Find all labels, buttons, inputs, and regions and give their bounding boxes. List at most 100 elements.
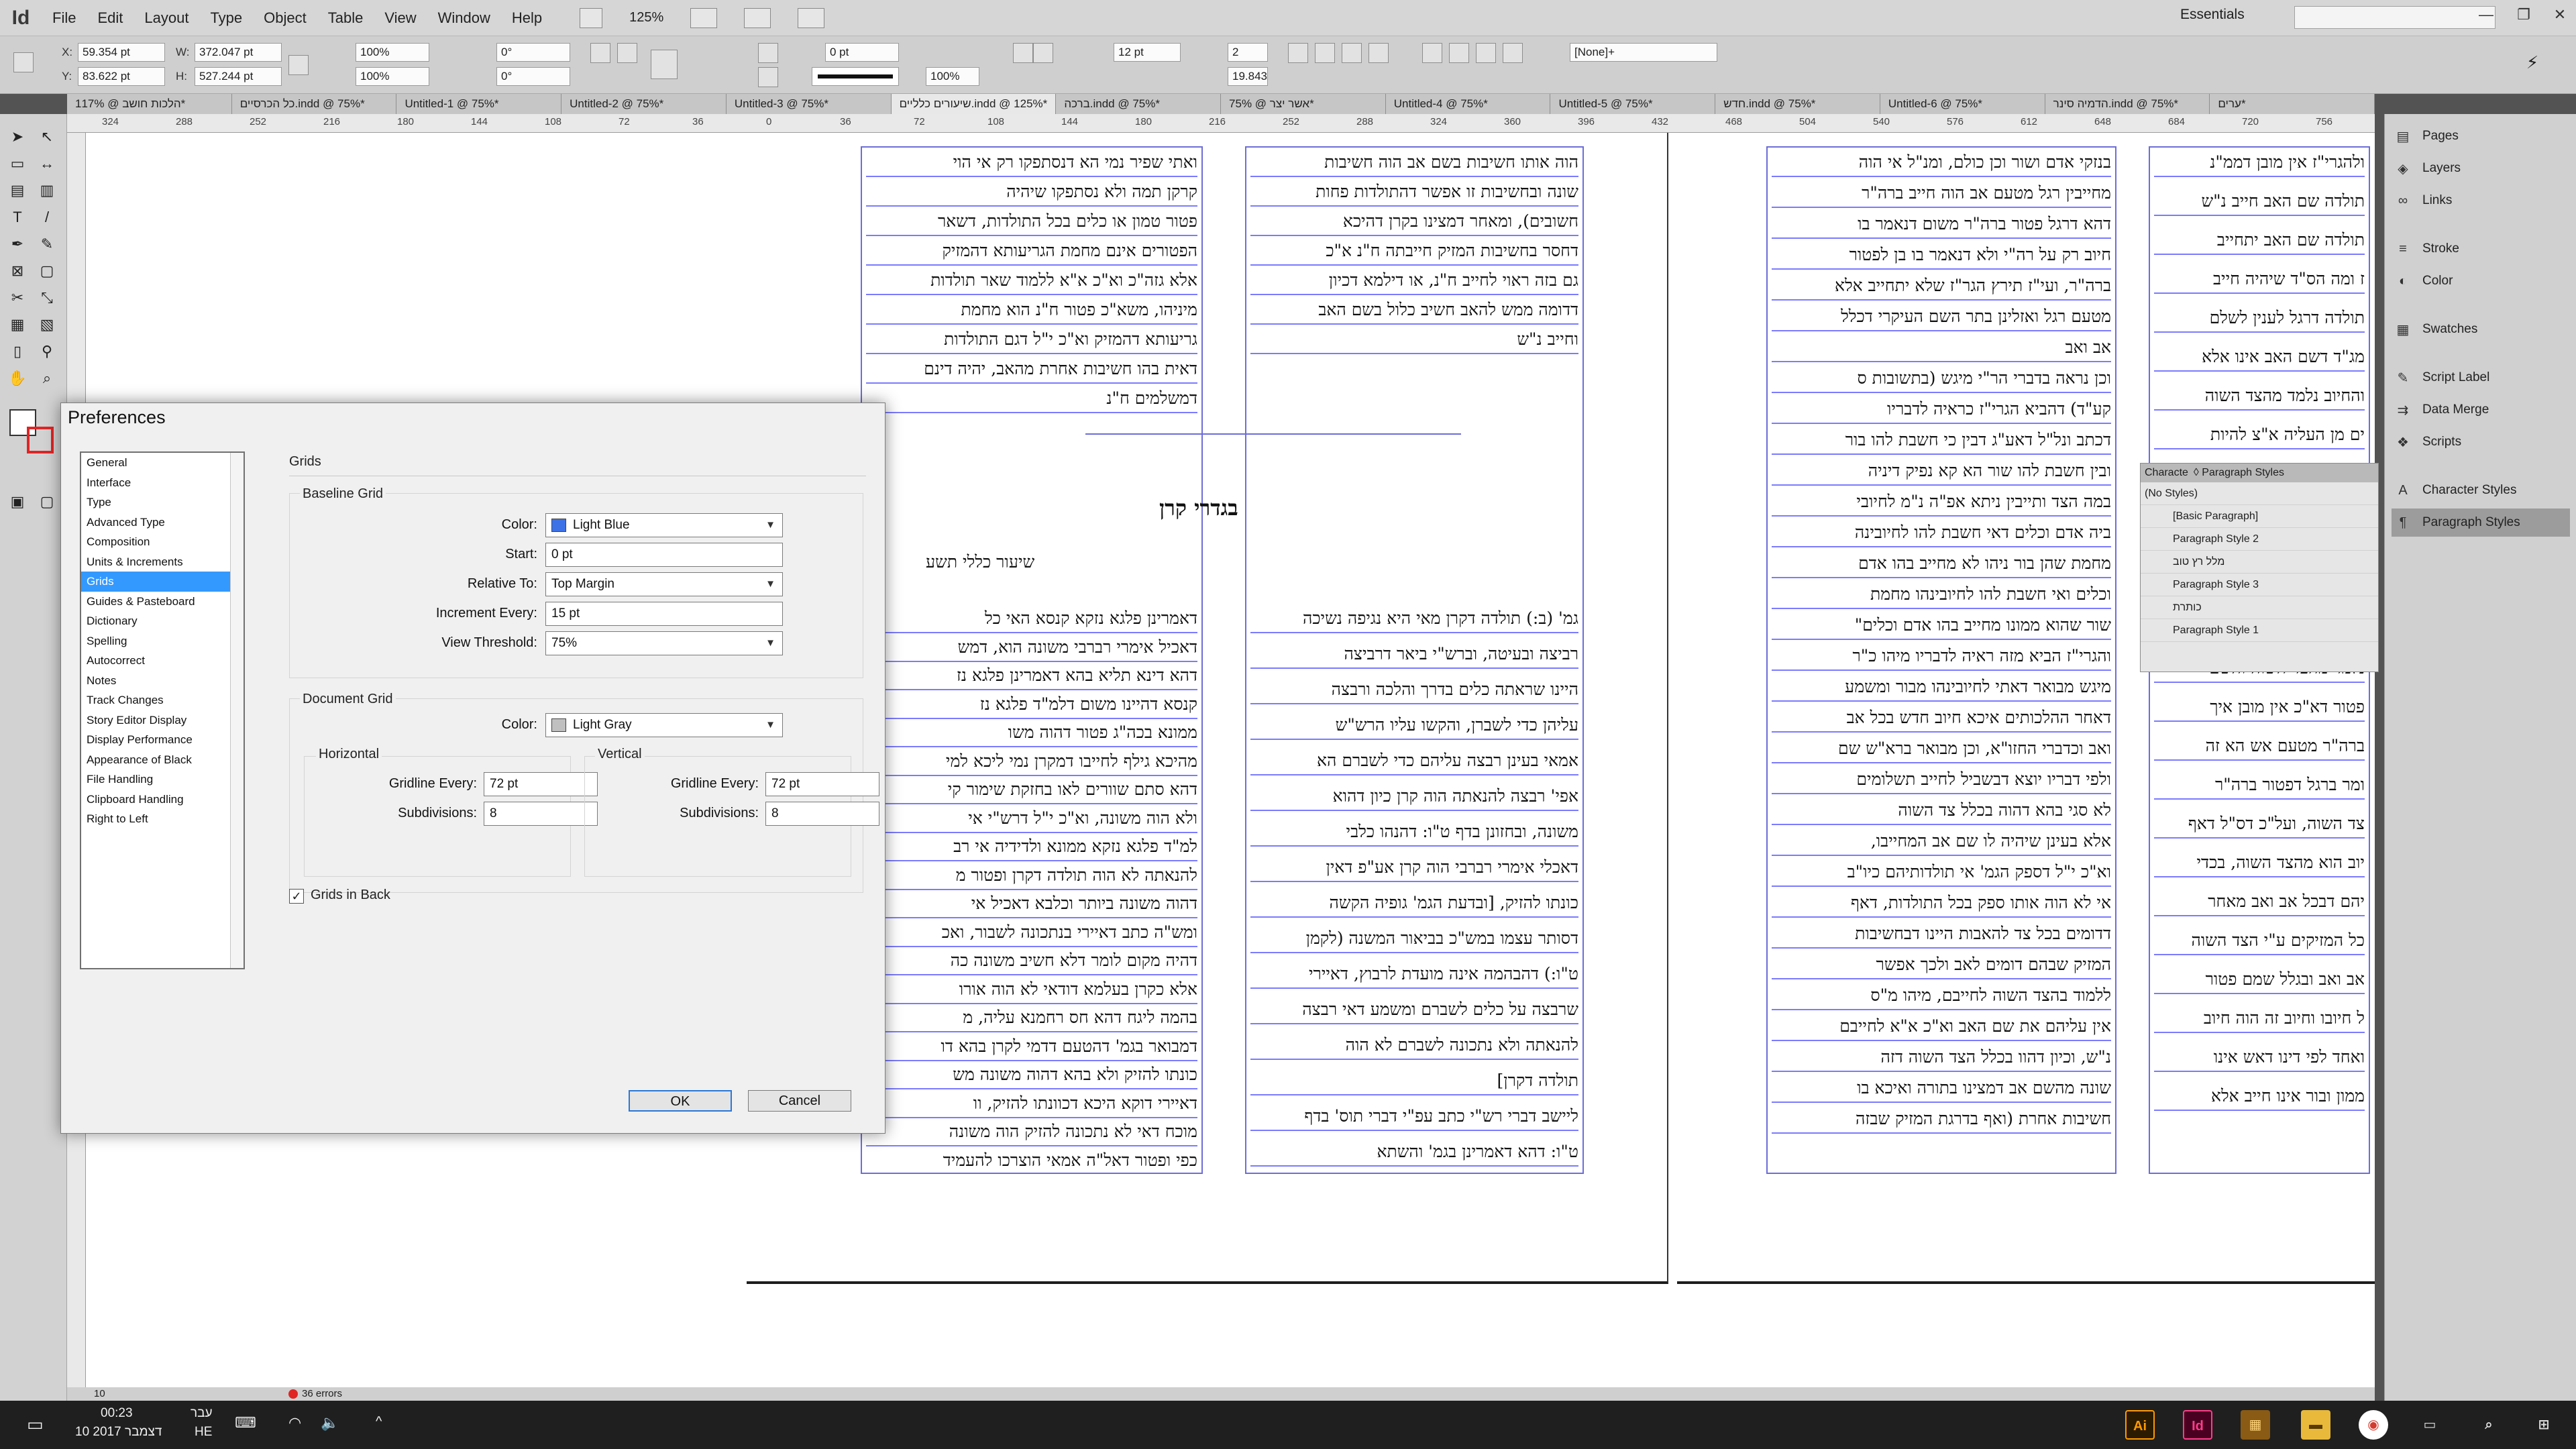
scissors-tool-icon[interactable]: ✂ <box>5 286 30 310</box>
file-explorer-app-icon[interactable]: ▦ <box>2241 1410 2270 1440</box>
tab-document[interactable]: Untitled-5 @ 75%* <box>1550 94 1716 114</box>
line-tool-icon[interactable]: / <box>35 205 59 229</box>
type-tool-icon[interactable]: T <box>5 205 30 229</box>
distribute-center-icon[interactable] <box>1449 43 1469 63</box>
tab-document[interactable]: Untitled-4 @ 75%* <box>1385 94 1551 114</box>
start-icon[interactable]: ⊞ <box>2529 1410 2559 1440</box>
text-frame-column-1[interactable]: ואתי שפיר נמי הא דנסתפקו רק אי הוי קרקן ת… <box>861 146 1203 1174</box>
page-tool-icon[interactable]: ▭ <box>5 152 30 176</box>
normal-view-icon[interactable]: ▣ <box>5 490 30 514</box>
grids-in-back-checkbox[interactable]: ✓ <box>289 889 304 904</box>
stroke-type-dropdown[interactable] <box>812 67 899 86</box>
paragraph-style-item[interactable]: Paragraph Style 1 <box>2141 619 2378 642</box>
category-item[interactable]: Type <box>81 492 244 513</box>
align-bottom-icon[interactable] <box>1342 43 1362 63</box>
menu-view[interactable]: View <box>374 9 427 27</box>
start-field[interactable]: 0 pt <box>545 543 783 567</box>
arrange-documents-icon[interactable] <box>798 7 825 28</box>
rotate-field[interactable]: 0° <box>496 43 570 62</box>
tab-document[interactable]: Untitled-6 @ 75%* <box>1880 94 2045 114</box>
preview-mode-icon[interactable]: ▢ <box>35 490 59 514</box>
paragraph-style-item[interactable]: [Basic Paragraph] <box>2141 505 2378 528</box>
tab-document[interactable]: Untitled-1 @ 75%* <box>396 94 562 114</box>
data-merge-panel-button[interactable]: ⇉ Data Merge <box>2392 396 2570 424</box>
stroke-swatch-icon[interactable] <box>758 67 778 87</box>
pen-tool-icon[interactable]: ✒ <box>5 232 30 256</box>
tab-document[interactable]: כל הכרסיים.indd @ 75%* <box>231 94 397 114</box>
increment-field[interactable]: 15 pt <box>545 602 783 626</box>
menu-table[interactable]: Table <box>317 9 374 27</box>
color-panel-button[interactable]: ◐ Color <box>2392 267 2570 295</box>
bridge-icon[interactable] <box>580 7 603 28</box>
character-styles-panel-button[interactable]: A Character Styles <box>2392 476 2570 504</box>
zoom-level-dropdown[interactable]: 125% <box>629 10 663 25</box>
menu-layout[interactable]: Layout <box>133 9 199 27</box>
category-item[interactable]: Grids <box>81 572 244 592</box>
keyboard-icon[interactable]: ⌨ <box>235 1414 256 1432</box>
eyedropper-tool-icon[interactable]: ⚲ <box>35 339 59 364</box>
h-gridline-field[interactable]: 72 pt <box>484 772 598 796</box>
fit-content-icon[interactable] <box>1033 43 1053 63</box>
tab-paragraph-styles[interactable]: ◊ Paragraph Styles <box>2194 464 2284 482</box>
menu-help[interactable]: Help <box>501 9 553 27</box>
quick-apply-icon[interactable]: ⚡ <box>2522 52 2542 72</box>
pencil-tool-icon[interactable]: ✎ <box>35 232 59 256</box>
text-frame-column-2[interactable]: הוה אותו חשיבות בשם אב הוה חשיבות שונה וב… <box>1245 146 1584 1174</box>
search-icon[interactable]: ⌕ <box>2474 1410 2504 1440</box>
scale-y-field[interactable]: 100% <box>356 67 429 86</box>
indesign-icon[interactable]: Id <box>2183 1410 2212 1440</box>
distribute-left-icon[interactable] <box>1422 43 1442 63</box>
note-tool-icon[interactable]: ▯ <box>5 339 30 364</box>
gap-tool-icon[interactable]: ↔ <box>35 152 59 176</box>
distribute-horizontal-icon[interactable] <box>1503 43 1523 63</box>
stroke-panel-button[interactable]: ≡ Stroke <box>2392 235 2570 263</box>
category-list[interactable]: General Interface Type Advanced Type Composi… <box>80 451 245 969</box>
zoom-tool-icon[interactable]: ⌕ <box>35 366 59 390</box>
search-input[interactable] <box>2294 6 2496 29</box>
rectangle-tool-icon[interactable]: ▢ <box>35 259 59 283</box>
reference-point-icon[interactable] <box>13 52 34 72</box>
stroke-color-icon[interactable] <box>27 427 54 453</box>
wifi-icon[interactable]: ◠ <box>288 1414 301 1432</box>
constrain-proportions-icon[interactable] <box>288 55 309 75</box>
pages-panel-button[interactable]: ▤ Pages <box>2392 122 2570 150</box>
direct-selection-tool-icon[interactable]: ↖ <box>35 125 59 149</box>
h-subdivisions-field[interactable]: 8 <box>484 802 598 826</box>
task-view-icon[interactable]: ▭ <box>2415 1410 2445 1440</box>
category-item[interactable]: Interface <box>81 473 244 493</box>
minimize-icon[interactable]: — <box>2469 3 2504 27</box>
tab-document[interactable]: Untitled-2 @ 75%* <box>561 94 727 114</box>
w-field[interactable]: 372.047 pt <box>195 43 282 62</box>
tab-document[interactable]: ערים* <box>2210 94 2375 114</box>
rotate-90-ccw-icon[interactable] <box>617 43 637 63</box>
gutter-field[interactable]: 19.843 t <box>1228 67 1268 86</box>
category-item[interactable]: Autocorrect <box>81 651 244 671</box>
columns-field[interactable]: 2 <box>1228 43 1268 62</box>
chevron-up-icon[interactable]: ^ <box>376 1414 382 1430</box>
relative-to-dropdown[interactable]: Top Margin ▼ <box>545 572 783 596</box>
baseline-color-dropdown[interactable]: Light Blue ▼ <box>545 513 783 537</box>
language-code[interactable]: HE <box>195 1425 212 1440</box>
paragraph-styles-panel-button[interactable]: ¶ Paragraph Styles <box>2392 508 2570 537</box>
category-item[interactable]: General <box>81 453 244 473</box>
category-item[interactable]: Right to Left <box>81 809 244 829</box>
view-options-icon[interactable] <box>690 7 718 28</box>
view-threshold-dropdown[interactable]: 75% ▼ <box>545 631 783 655</box>
paragraph-style-item[interactable]: כותרת <box>2141 596 2378 619</box>
leading-field[interactable]: 12 pt <box>1114 43 1181 62</box>
category-item[interactable]: Spelling <box>81 631 244 651</box>
free-transform-tool-icon[interactable]: ⤡ <box>35 286 59 310</box>
object-style-dropdown[interactable]: [None]+ <box>1570 43 1717 62</box>
category-item[interactable]: File Handling <box>81 769 244 790</box>
h-field[interactable]: 527.244 pt <box>195 67 282 86</box>
notifications-icon[interactable]: ▭ <box>27 1414 44 1435</box>
v-gridline-field[interactable]: 72 pt <box>765 772 879 796</box>
language-indicator[interactable]: עבר <box>191 1406 213 1421</box>
gradient-feather-tool-icon[interactable]: ▧ <box>35 313 59 337</box>
cancel-button[interactable]: Cancel <box>748 1090 851 1112</box>
text-wrap-icon[interactable] <box>651 50 678 79</box>
category-item[interactable]: Composition <box>81 532 244 552</box>
ok-button[interactable]: OK <box>629 1090 732 1112</box>
volume-icon[interactable]: 🔈 <box>321 1414 339 1432</box>
menu-object[interactable]: Object <box>253 9 317 27</box>
